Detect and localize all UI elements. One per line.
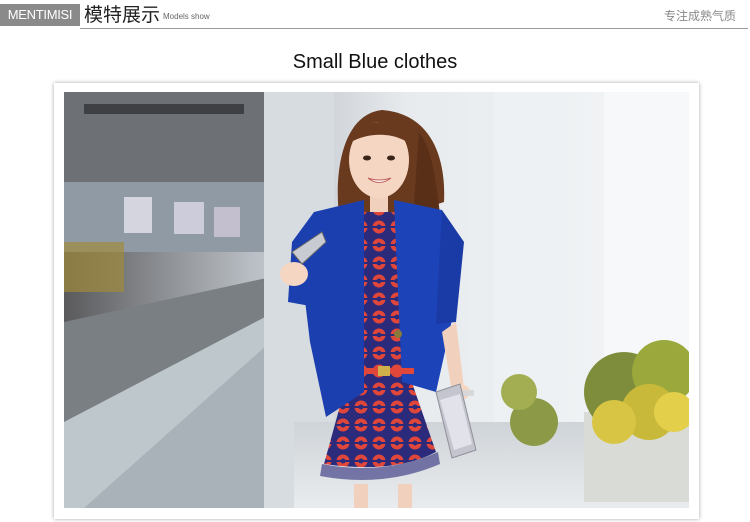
brand-logo: MENTIMISI [0,4,80,26]
section-title-cn: 模特展示 [84,4,161,26]
section-title-en: Models show [163,12,210,21]
slogan-text: 专注成熟气质 [663,9,736,23]
photo-frame [54,83,699,519]
page-header: MENTIMISI 模特展示 Models show 专注成熟气质 [0,0,750,30]
model-photo-illustration [64,92,689,508]
header-divider [80,28,748,29]
product-heading: Small Blue clothes [292,51,458,73]
model-photo [64,92,689,508]
